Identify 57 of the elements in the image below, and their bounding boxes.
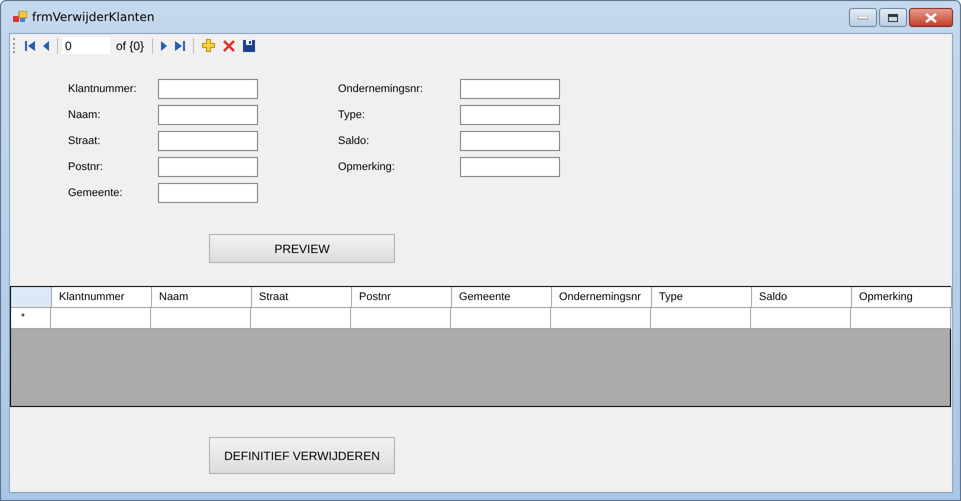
text-field[interactable] <box>460 131 560 151</box>
window-title: frmVerwijderKlanten <box>32 10 155 24</box>
minimize-button[interactable] <box>849 8 877 27</box>
close-button[interactable] <box>909 8 953 27</box>
table-cell[interactable] <box>151 308 251 329</box>
text-field[interactable] <box>158 79 258 99</box>
column-header[interactable]: Ondernemingsnr <box>552 287 652 308</box>
text-field[interactable] <box>460 157 560 177</box>
last-record-icon[interactable] <box>175 40 186 52</box>
column-header[interactable]: Naam <box>152 287 252 308</box>
text-field[interactable] <box>460 79 560 99</box>
field-label: Postnr: <box>68 161 104 173</box>
add-icon[interactable] <box>202 39 216 52</box>
column-header[interactable]: Type <box>652 287 752 308</box>
column-header[interactable]: Gemeente <box>452 287 552 308</box>
toolbar-grip <box>13 38 17 53</box>
table-cell[interactable] <box>651 308 751 329</box>
new-row-marker: * <box>11 308 51 329</box>
table-cell[interactable] <box>351 308 451 329</box>
table-cell[interactable] <box>251 308 351 329</box>
next-record-icon[interactable] <box>161 40 168 52</box>
table-cell[interactable] <box>751 308 851 329</box>
table-cell[interactable] <box>851 308 951 329</box>
field-label: Straat: <box>68 135 102 147</box>
previous-record-icon[interactable] <box>43 40 49 52</box>
table-cell[interactable] <box>551 308 651 329</box>
record-count: of {0} <box>116 38 144 52</box>
column-header[interactable]: Opmerking <box>852 287 952 308</box>
field-label: Opmerking: <box>338 161 396 173</box>
minimize-icon <box>858 16 868 20</box>
column-header[interactable]: Postnr <box>352 287 452 308</box>
maximize-icon <box>888 14 898 22</box>
first-record-icon[interactable] <box>25 40 35 52</box>
delete-icon[interactable] <box>223 40 236 52</box>
preview-button[interactable]: PREVIEW <box>209 234 395 263</box>
table-cell[interactable] <box>451 308 551 329</box>
field-label: Saldo: <box>338 135 370 147</box>
text-field[interactable] <box>158 157 258 177</box>
field-label: Type: <box>338 109 366 121</box>
text-field[interactable] <box>460 105 560 125</box>
field-label: Ondernemingsnr: <box>338 83 424 95</box>
save-icon[interactable] <box>243 40 256 52</box>
delete-permanently-button[interactable]: DEFINITIEF VERWIJDEREN <box>209 437 395 474</box>
maximize-button[interactable] <box>879 8 907 27</box>
column-header[interactable]: Straat <box>252 287 352 308</box>
text-field[interactable] <box>158 105 258 125</box>
app-icon <box>13 11 27 23</box>
table-cell[interactable] <box>51 308 151 329</box>
field-label: Naam: <box>68 109 102 121</box>
position-field[interactable]: 0 <box>62 37 110 54</box>
column-header[interactable]: Saldo <box>752 287 852 308</box>
column-header[interactable]: Klantnummer <box>52 287 152 308</box>
field-label: Klantnummer: <box>68 83 138 95</box>
text-field[interactable] <box>158 183 258 203</box>
text-field[interactable] <box>158 131 258 151</box>
close-icon <box>925 12 937 22</box>
field-label: Gemeente: <box>68 187 124 199</box>
